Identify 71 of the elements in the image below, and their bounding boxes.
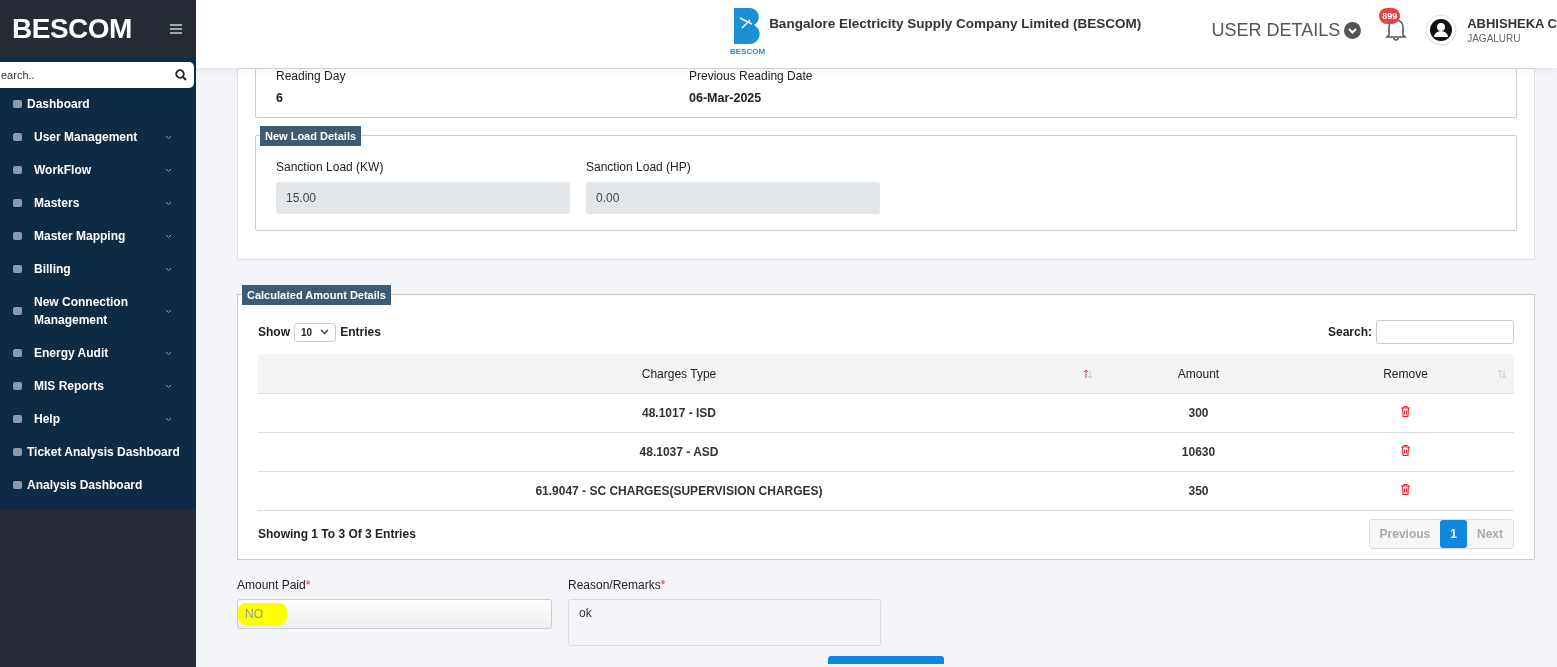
table-search-field[interactable] <box>1376 320 1514 344</box>
user-location: JAGALURU <box>1467 33 1522 44</box>
menu-item-icon <box>12 447 23 457</box>
sidebar-item[interactable]: WorkFlow <box>0 154 196 187</box>
sidebar-item[interactable]: User Management <box>0 121 196 154</box>
user-details-dropdown[interactable]: USER DETAILS <box>1211 19 1362 41</box>
column-header[interactable]: Charges Type <box>641 366 717 381</box>
show-label: Show <box>258 325 290 339</box>
brand-title: BESCOM <box>12 13 132 45</box>
menu-item-icon <box>12 480 23 490</box>
search-label: Search: <box>1327 325 1372 339</box>
sidebar-item[interactable]: MIS Reports <box>0 370 196 403</box>
field-label: Reading Day <box>276 69 347 83</box>
chevron-circle-icon <box>1344 21 1362 39</box>
menu-item-icon <box>12 264 23 274</box>
table-info: Showing 1 To 3 Of 3 Entries <box>258 527 416 541</box>
section-legend: New Load Details <box>260 126 362 146</box>
section-legend: Calculated Amount Details <box>242 285 391 305</box>
field-label: Sanction Load (HP) <box>586 160 692 174</box>
menu-item-icon <box>12 306 23 316</box>
page-size-select[interactable]: 10 <box>294 322 337 342</box>
readonly-field[interactable]: 15.00 <box>276 182 570 214</box>
sidebar-item[interactable]: Masters <box>0 187 196 220</box>
sidebar-item[interactable]: Analysis Dashboard <box>0 469 196 502</box>
trash-icon[interactable] <box>1401 484 1410 495</box>
remarks-field[interactable]: ok <box>568 599 881 646</box>
trash-icon[interactable] <box>1401 445 1410 456</box>
trash-icon[interactable] <box>1401 406 1410 417</box>
table-cell: 48.1017 - ISD <box>641 406 716 420</box>
menu-item-icon <box>12 99 23 109</box>
sort-icon <box>1497 368 1507 379</box>
table-cell: 61.9047 - SC CHARGES(SUPERVISION CHARGES) <box>535 484 823 498</box>
company-name: Bangalore Electricity Supply Company Limited (BESCOM) <box>769 16 1142 31</box>
sidebar-item[interactable]: New Connection Management <box>0 286 196 337</box>
sidebar-item[interactable]: Energy Audit <box>0 337 196 370</box>
field-label: Amount Paid* <box>237 578 312 592</box>
table-cell: 10630 <box>1181 445 1216 459</box>
search-field[interactable]: earch.. <box>0 62 194 88</box>
menu-item-icon <box>12 231 23 241</box>
sidebar-item[interactable]: Ticket Analysis Dashboard <box>0 436 196 469</box>
menu-item-icon <box>12 165 23 175</box>
chevron-icon <box>320 329 330 335</box>
menu-item-icon <box>12 348 23 358</box>
sidebar-item[interactable]: Dashboard <box>0 88 196 121</box>
table-cell: 350 <box>1188 484 1209 498</box>
sidebar-item[interactable]: Help <box>0 403 196 436</box>
field-label: Previous Reading Date <box>689 69 814 83</box>
field-value: 06-Mar-2025 <box>689 91 763 105</box>
menu-item-icon <box>12 381 23 391</box>
entries-label: Entries <box>340 325 381 339</box>
column-header[interactable]: Remove <box>1383 366 1428 381</box>
menu-item-icon <box>12 198 23 208</box>
field-value: 6 <box>276 91 284 105</box>
search-icon <box>175 69 187 81</box>
sidebar-item[interactable]: Master Mapping <box>0 220 196 253</box>
sort-icon <box>1083 368 1093 379</box>
pagination-button[interactable]: 1 <box>1440 520 1467 548</box>
field-label: Reason/Remarks* <box>568 578 667 592</box>
menu-item-icon <box>12 414 23 424</box>
readonly-field[interactable]: 0.00 <box>586 182 880 214</box>
menu-icon[interactable] <box>170 24 182 34</box>
company-logo: BESCOM <box>730 4 766 56</box>
avatar-icon <box>1425 14 1458 46</box>
notification-badge: 899 <box>1379 7 1401 24</box>
user-name: ABHISHEKA C <box>1467 16 1557 31</box>
menu-item-icon <box>12 132 23 142</box>
field-label: Sanction Load (KW) <box>276 160 385 174</box>
sidebar-item[interactable]: Billing <box>0 253 196 286</box>
table-cell: 300 <box>1188 406 1209 420</box>
column-header[interactable]: Amount <box>1177 366 1220 381</box>
table-cell: 48.1037 - ASD <box>639 445 719 459</box>
